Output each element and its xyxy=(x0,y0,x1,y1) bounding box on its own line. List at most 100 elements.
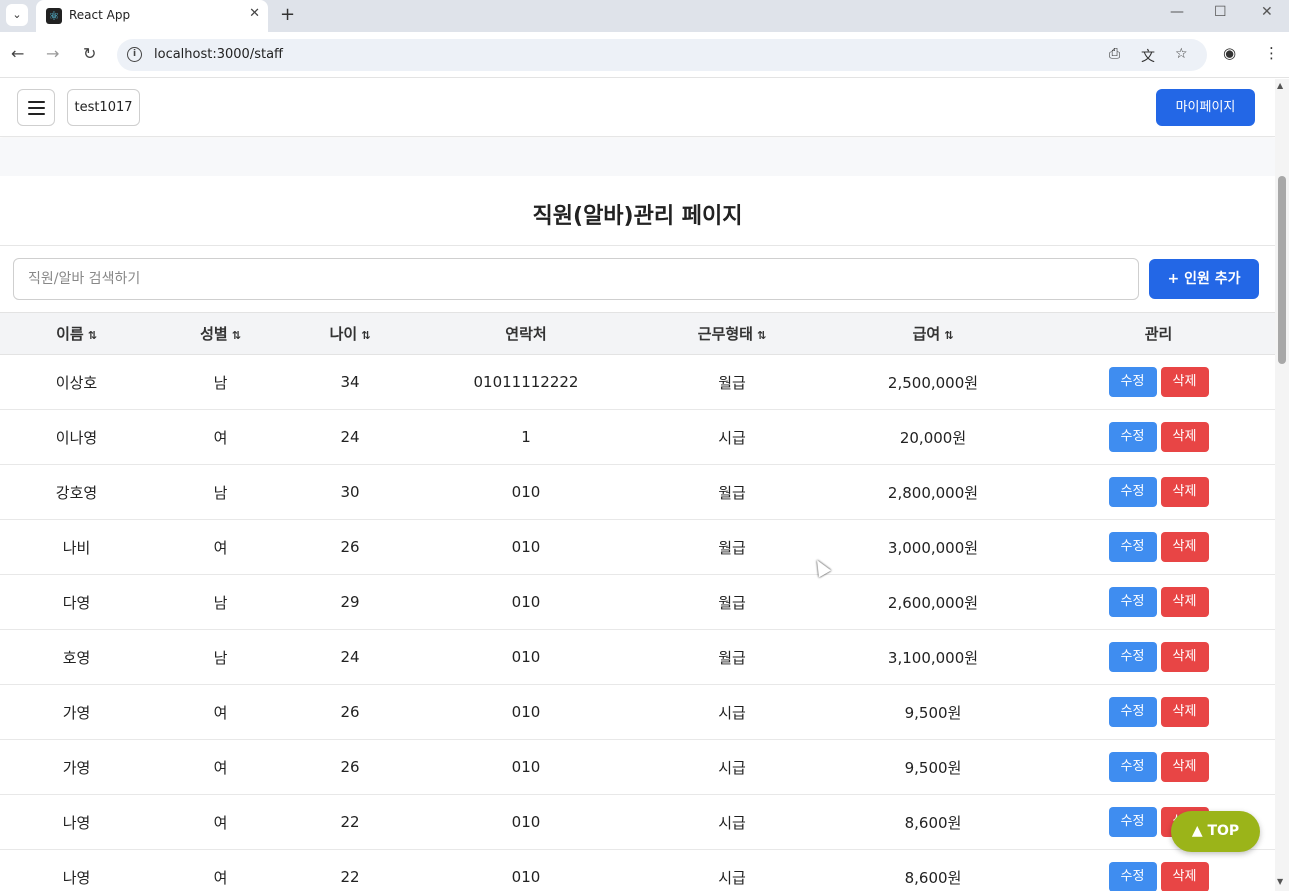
staff-table-body: 이상호 남 34 01011112222 월급 2,500,000원 수정 삭제 이나영 여 24 1… xyxy=(0,355,1275,891)
mypage-button[interactable]: 마이페이지 xyxy=(1156,89,1255,126)
cell-name: 가영 xyxy=(62,703,91,722)
app-header: test1017 마이페이지 xyxy=(0,79,1275,137)
cell-actions: 수정삭제 xyxy=(1042,355,1275,410)
cell-name: 나비 xyxy=(62,538,91,557)
delete-button[interactable]: 삭제 xyxy=(1160,367,1209,397)
url-text[interactable]: localhost:3000/staff xyxy=(154,47,283,62)
site-info-icon[interactable]: i xyxy=(127,47,142,62)
address-bar[interactable]: i localhost:3000/staff ⎙ 文 ☆ xyxy=(117,39,1207,71)
scroll-top-button[interactable]: ▲ TOP xyxy=(1171,811,1260,852)
scroll-up-arrow-icon[interactable]: ▲ xyxy=(1277,81,1283,90)
staff-search-input[interactable] xyxy=(13,258,1139,300)
edit-button[interactable]: 수정 xyxy=(1108,477,1157,507)
reload-icon[interactable]: ↻ xyxy=(83,44,96,63)
cell-actions: 수정삭제 xyxy=(1042,740,1275,795)
col-header-age[interactable]: 나이 ⇅ xyxy=(288,313,412,355)
cell-worktype: 월급 xyxy=(718,483,746,502)
cell-pay: 9,500원 xyxy=(904,703,962,722)
delete-button[interactable]: 삭제 xyxy=(1160,752,1209,782)
profile-icon[interactable]: ◉ xyxy=(1223,44,1236,62)
cell-worktype: 시급 xyxy=(718,868,746,887)
page-viewport: test1017 마이페이지 직원(알바)관리 페이지 + 인원 추가 이름⇅ … xyxy=(0,79,1275,891)
cell-phone: 010 xyxy=(511,868,541,886)
cell-pay: 8,600원 xyxy=(904,868,962,887)
col-header-name[interactable]: 이름 ⇅ xyxy=(0,313,153,355)
edit-button[interactable]: 수정 xyxy=(1108,587,1157,617)
username-chip[interactable]: test1017 xyxy=(67,89,140,126)
react-favicon-icon: ⚛ xyxy=(46,8,62,24)
install-app-icon[interactable]: ⎙ xyxy=(1109,46,1120,62)
col-header-gender[interactable]: 성별 ⇅ xyxy=(153,313,288,355)
minimize-icon[interactable]: — xyxy=(1170,4,1184,20)
cell-phone: 010 xyxy=(511,593,541,611)
cell-phone: 1 xyxy=(521,428,531,446)
table-row: 이나영 여 24 1 시급 20,000원 수정 삭제 xyxy=(0,410,1275,465)
cell-pay: 2,500,000원 xyxy=(887,373,979,392)
cell-gender: 여 xyxy=(213,428,228,447)
add-staff-button[interactable]: + 인원 추가 xyxy=(1149,259,1259,299)
browser-tab[interactable]: ⚛ React App ✕ xyxy=(36,0,268,32)
cell-gender: 남 xyxy=(213,648,228,667)
cell-actions: 수정삭제 xyxy=(1042,575,1275,630)
cell-gender: 남 xyxy=(213,373,228,392)
col-header-worktype[interactable]: 근무형태 ⇅ xyxy=(640,313,824,355)
cell-worktype: 월급 xyxy=(718,648,746,667)
browser-menu-icon[interactable]: ⋮ xyxy=(1264,44,1279,62)
cell-gender: 여 xyxy=(213,813,228,832)
edit-button[interactable]: 수정 xyxy=(1108,862,1157,891)
delete-button[interactable]: 삭제 xyxy=(1160,532,1209,562)
scroll-down-arrow-icon[interactable]: ▼ xyxy=(1277,877,1283,886)
table-row: 다영 남 29 010 월급 2,600,000원 수정 삭제 xyxy=(0,575,1275,630)
sort-icon[interactable]: ⇅ xyxy=(757,329,766,342)
edit-button[interactable]: 수정 xyxy=(1108,422,1157,452)
cell-gender: 남 xyxy=(213,593,228,612)
cell-age: 34 xyxy=(340,373,360,391)
edit-button[interactable]: 수정 xyxy=(1108,752,1157,782)
window-close-icon[interactable]: ✕ xyxy=(1261,4,1273,20)
forward-arrow-icon[interactable]: → xyxy=(46,44,59,63)
tab-search-chevron-icon[interactable]: ⌄ xyxy=(6,4,28,26)
cell-pay: 2,600,000원 xyxy=(887,593,979,612)
bookmark-star-icon[interactable]: ☆ xyxy=(1175,46,1188,62)
cell-phone: 010 xyxy=(511,483,541,501)
page-title: 직원(알바)관리 페이지 xyxy=(532,204,743,229)
cell-worktype: 시급 xyxy=(718,703,746,722)
new-tab-button[interactable]: + xyxy=(280,4,295,25)
delete-button[interactable]: 삭제 xyxy=(1160,642,1209,672)
table-row: 나영 여 22 010 시급 8,600원 수정삭제 xyxy=(0,850,1275,891)
delete-button[interactable]: 삭제 xyxy=(1160,422,1209,452)
cell-phone: 010 xyxy=(511,703,541,721)
cell-worktype: 월급 xyxy=(718,593,746,612)
sort-icon[interactable]: ⇅ xyxy=(88,329,97,342)
delete-button[interactable]: 삭제 xyxy=(1160,697,1209,727)
edit-button[interactable]: 수정 xyxy=(1108,367,1157,397)
page-scrollbar[interactable]: ▲ ▼ xyxy=(1275,79,1289,891)
delete-button[interactable]: 삭제 xyxy=(1160,587,1209,617)
maximize-icon[interactable]: ☐ xyxy=(1214,4,1227,20)
cell-name: 이상호 xyxy=(55,373,98,392)
cell-phone: 010 xyxy=(511,758,541,776)
cell-worktype: 시급 xyxy=(718,813,746,832)
table-header-row: 이름 ⇅ 성별 ⇅ 나이 ⇅ 연락처 근무형태 ⇅ 급여 ⇅ 관리 xyxy=(0,312,1275,355)
sort-icon[interactable]: ⇅ xyxy=(232,329,241,342)
cell-pay: 2,800,000원 xyxy=(887,483,979,502)
tab-close-icon[interactable]: ✕ xyxy=(249,6,260,21)
scroll-thumb[interactable] xyxy=(1278,176,1286,364)
cell-age: 26 xyxy=(340,703,360,721)
table-row: 가영 여 26 010 시급 9,500원 수정 삭제 xyxy=(0,685,1275,740)
col-header-pay[interactable]: 급여 ⇅ xyxy=(824,313,1042,355)
sort-icon[interactable]: ⇅ xyxy=(944,329,953,342)
delete-button[interactable]: 삭제 xyxy=(1160,862,1209,891)
hamburger-menu-icon[interactable] xyxy=(17,89,55,126)
translate-icon[interactable]: 文 xyxy=(1141,46,1155,66)
delete-button[interactable]: 삭제 xyxy=(1160,477,1209,507)
edit-button[interactable]: 수정 xyxy=(1108,642,1157,672)
sort-icon[interactable]: ⇅ xyxy=(361,329,370,342)
edit-button[interactable]: 수정 xyxy=(1108,532,1157,562)
cell-gender: 여 xyxy=(213,868,228,887)
edit-button[interactable]: 수정 xyxy=(1108,807,1157,837)
back-arrow-icon[interactable]: ← xyxy=(11,44,24,63)
edit-button[interactable]: 수정 xyxy=(1108,697,1157,727)
table-row: 나비 여 26 010 월급 3,000,000원 수정 삭제 xyxy=(0,520,1275,575)
table-row: 호영 남 24 010 월급 3,100,000원 수정 삭제 xyxy=(0,630,1275,685)
